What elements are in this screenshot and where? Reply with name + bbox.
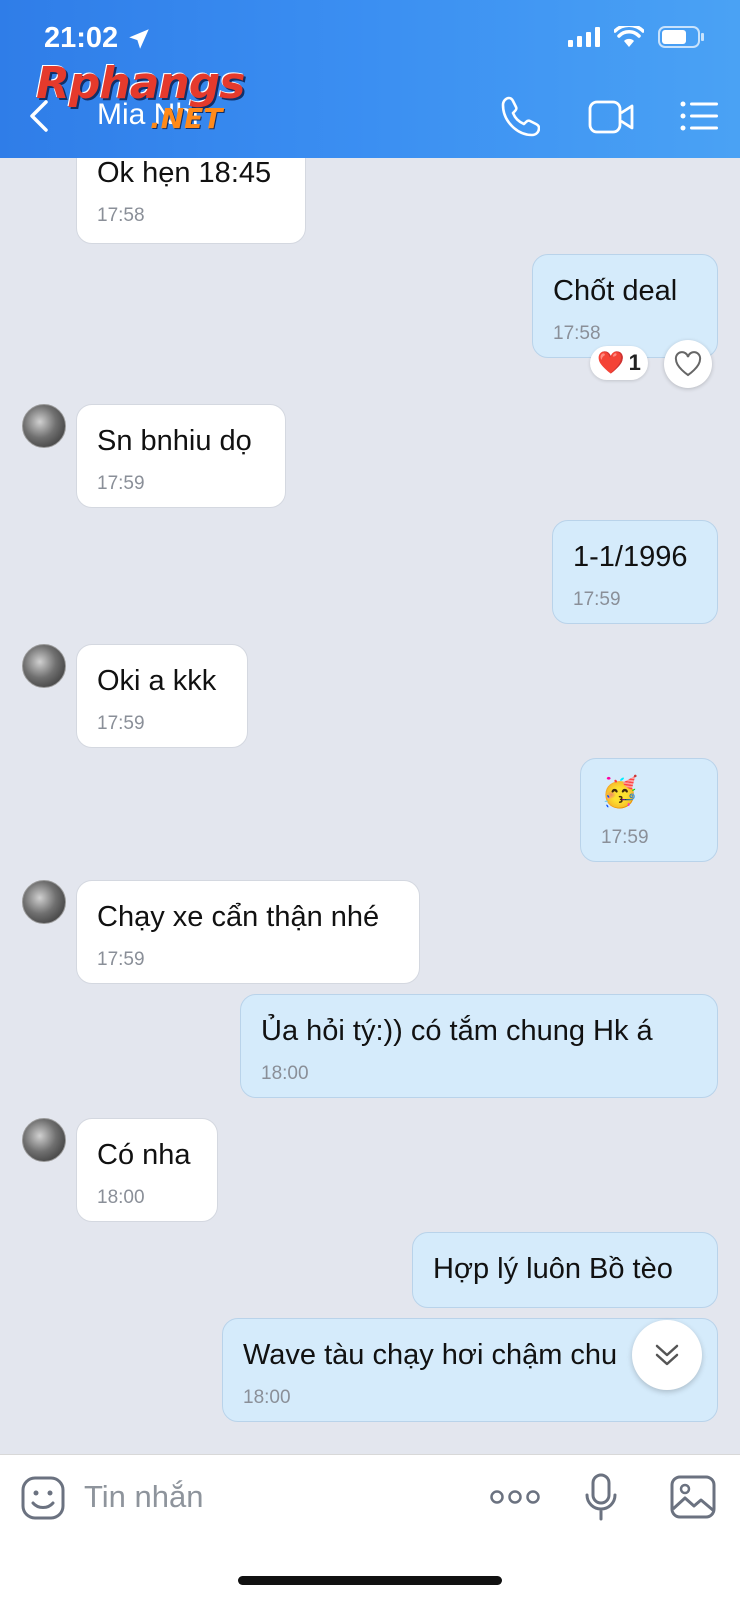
signal-icon <box>568 27 600 47</box>
message-text: Oki a kkk <box>97 665 217 697</box>
message-input[interactable]: Tin nhắn <box>84 1479 204 1515</box>
list-menu-icon <box>680 101 718 131</box>
message-bubble-outgoing[interactable]: Hợp lý luôn Bồ tèo <box>412 1232 718 1308</box>
message-text: Hợp lý luôn Bồ tèo <box>433 1253 673 1285</box>
message-time: 17:58 <box>97 205 145 226</box>
message-text: Ok hẹn 18:45 <box>97 158 272 189</box>
clock-text: 21:02 <box>44 22 119 54</box>
status-bar-time: 21:02 <box>44 22 152 55</box>
more-dots-icon <box>490 1490 540 1504</box>
message-time: 17:59 <box>601 827 649 848</box>
message-time: 18:00 <box>243 1387 291 1408</box>
message-bubble-outgoing[interactable]: 🥳 17:59 <box>580 758 718 862</box>
avatar[interactable] <box>22 880 66 924</box>
message-bubble-incoming[interactable]: Ok hẹn 18:45 17:58 <box>76 158 306 244</box>
chat-options-button[interactable] <box>680 100 718 137</box>
avatar[interactable] <box>22 404 66 448</box>
reaction-badge[interactable]: ❤️ 1 <box>590 346 648 380</box>
message-text: Chạy xe cẩn thận nhé <box>97 901 380 933</box>
video-camera-icon <box>588 100 634 134</box>
message-bubble-outgoing[interactable]: 1-1/1996 17:59 <box>552 520 718 624</box>
message-text: Sn bnhiu dọ <box>97 425 252 457</box>
message-text: Wave tàu chạy hơi chậm chu <box>243 1339 618 1371</box>
message-list[interactable]: Ok hẹn 18:45 17:58 Chốt deal 17:58 ❤️ 1 … <box>0 158 740 1454</box>
image-icon <box>670 1475 716 1519</box>
reaction-emoji: ❤️ <box>597 350 625 375</box>
message-time: 18:00 <box>261 1063 309 1084</box>
message-time: 17:58 <box>553 323 601 344</box>
message-emoji: 🥳 <box>601 776 639 809</box>
battery-icon <box>658 26 704 48</box>
heart-icon <box>674 351 702 377</box>
message-text: 1-1/1996 <box>573 541 688 573</box>
gallery-button[interactable] <box>670 1475 716 1524</box>
message-text: Chốt deal <box>553 275 678 307</box>
more-options-button[interactable] <box>490 1487 540 1512</box>
microphone-icon <box>585 1473 617 1521</box>
status-icons <box>568 26 704 48</box>
double-chevron-down-icon <box>655 1344 679 1366</box>
message-time: 17:59 <box>97 713 145 734</box>
home-indicator[interactable] <box>238 1576 502 1585</box>
message-time: 17:59 <box>573 589 621 610</box>
location-arrow-icon <box>129 28 149 49</box>
call-button[interactable] <box>500 94 541 143</box>
voice-record-button[interactable] <box>584 1473 618 1528</box>
sticker-button[interactable] <box>20 1475 66 1526</box>
message-text: Ủa hỏi tý:)) có tắm chung Hk á <box>261 1015 653 1047</box>
message-time: 17:59 <box>97 473 145 494</box>
video-call-button[interactable] <box>588 100 634 139</box>
message-bubble-incoming[interactable]: Có nha 18:00 <box>76 1118 218 1222</box>
avatar[interactable] <box>22 1118 66 1162</box>
sticker-icon <box>21 1476 65 1520</box>
message-bubble-outgoing[interactable]: Ủa hỏi tý:)) có tắm chung Hk á 18:00 <box>240 994 718 1098</box>
scroll-to-bottom-button[interactable] <box>632 1320 702 1390</box>
avatar[interactable] <box>22 644 66 688</box>
wifi-icon <box>614 26 644 47</box>
message-bubble-incoming[interactable]: Chạy xe cẩn thận nhé 17:59 <box>76 880 420 984</box>
chat-header: 21:02 Mia Nhi Rphangs .NET <box>0 0 740 158</box>
watermark-domain: .NET <box>150 102 223 135</box>
message-bubble-incoming[interactable]: Sn bnhiu dọ 17:59 <box>76 404 286 508</box>
reaction-count: 1 <box>628 350 641 375</box>
phone-icon <box>501 96 541 137</box>
message-time: 17:59 <box>97 949 145 970</box>
react-heart-button[interactable] <box>664 340 712 388</box>
message-time: 18:00 <box>97 1187 145 1208</box>
message-text: Có nha <box>97 1139 191 1171</box>
message-bubble-incoming[interactable]: Oki a kkk 17:59 <box>76 644 248 748</box>
